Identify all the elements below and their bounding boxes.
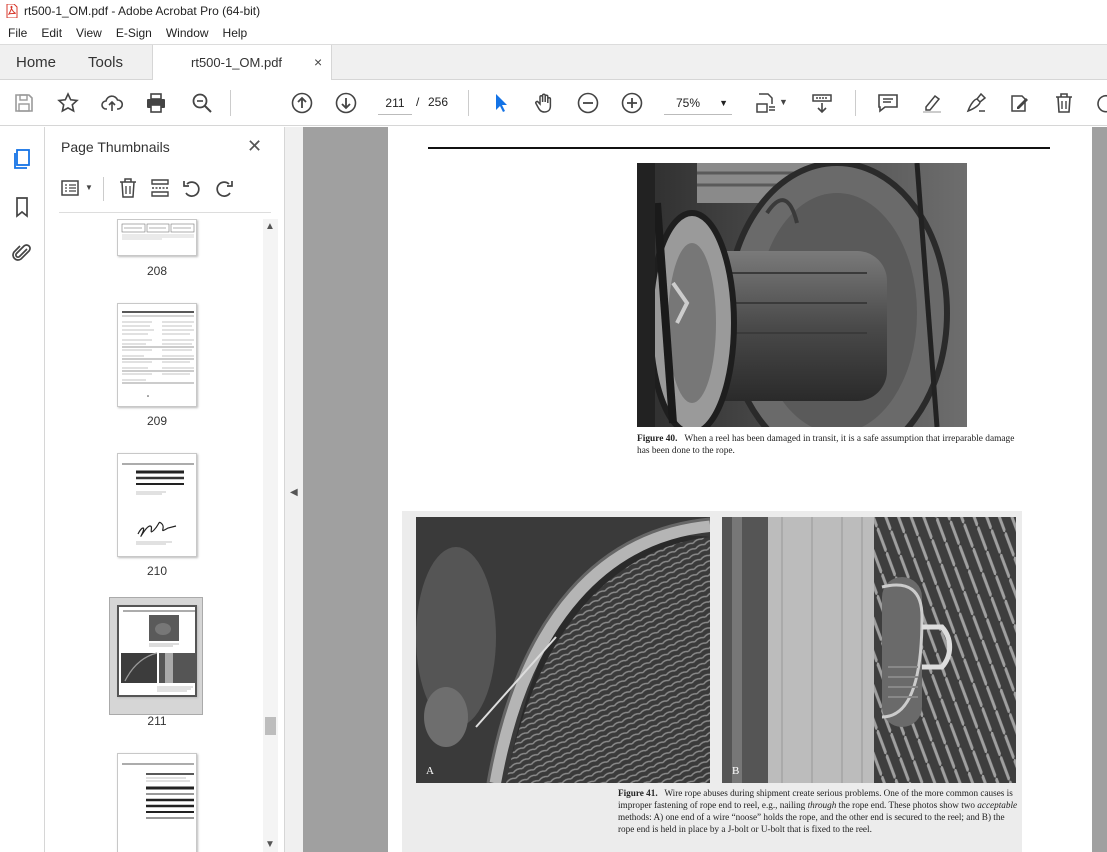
thumbnail-label: 209 xyxy=(146,414,168,428)
menu-view[interactable]: View xyxy=(76,26,102,40)
previous-page-icon[interactable] xyxy=(290,91,314,115)
figure-41-text-3: methods: A) one end of a wire “noose” ho… xyxy=(618,812,1005,834)
star-bookmark-icon[interactable] xyxy=(56,91,80,115)
options-menu-icon[interactable] xyxy=(61,177,83,199)
header-rule xyxy=(428,147,1050,149)
thumbnail-label: 210 xyxy=(146,564,168,578)
thumbnail-page-208[interactable] xyxy=(117,219,197,256)
save-icon[interactable] xyxy=(12,91,36,115)
rotate-left-icon[interactable] xyxy=(181,177,203,199)
figure-41-number: Figure 41. xyxy=(618,788,658,798)
tab-bar: Home Tools rt500-1_OM.pdf × xyxy=(0,44,1107,81)
bookmark-icon[interactable] xyxy=(10,195,34,219)
panel-tool-divider xyxy=(103,177,104,201)
title-bar: rt500-1_OM.pdf - Adobe Acrobat Pro (64-b… xyxy=(0,0,1107,22)
figure-41a-tag: A xyxy=(426,765,434,777)
menu-file[interactable]: File xyxy=(8,26,27,40)
main-toolbar: 211 / 256 75% ▼ ▼ xyxy=(0,80,1107,126)
menu-bar: File Edit View E-Sign Window Help xyxy=(0,22,1107,44)
next-page-icon[interactable] xyxy=(334,91,358,115)
select-cursor-icon[interactable] xyxy=(489,91,513,115)
panel-title: Page Thumbnails xyxy=(61,139,170,155)
print-icon[interactable] xyxy=(144,91,168,115)
page-number-input[interactable]: 211 xyxy=(378,91,412,115)
zoom-search-icon[interactable] xyxy=(190,91,214,115)
tab-close-button[interactable]: × xyxy=(314,54,322,70)
figure-40-caption: Figure 40. When a reel has been damaged … xyxy=(637,433,1027,457)
tab-home[interactable]: Home xyxy=(16,54,56,71)
pdf-file-icon xyxy=(6,4,18,18)
toolbar-divider xyxy=(855,90,856,116)
figure-40-number: Figure 40. xyxy=(637,434,678,444)
thumbnail-label: 208 xyxy=(146,264,168,278)
insert-page-icon[interactable] xyxy=(149,177,171,199)
rotate-right-icon[interactable] xyxy=(213,177,235,199)
scroll-up-icon[interactable]: ▲ xyxy=(265,221,275,232)
thumbnail-page-212[interactable] xyxy=(117,753,197,852)
zoom-level-select[interactable]: 75% ▼ xyxy=(664,91,732,115)
thumbnail-page-210[interactable] xyxy=(117,453,197,557)
zoom-in-icon[interactable] xyxy=(620,91,644,115)
hand-tool-icon[interactable] xyxy=(532,91,556,115)
fit-page-icon[interactable] xyxy=(754,91,778,115)
figure-41b-photo: B xyxy=(722,517,1016,783)
delete-trash-icon[interactable] xyxy=(1052,91,1076,115)
pdf-page: Figure 40. When a reel has been damaged … xyxy=(388,127,1092,852)
thumbnail-page-209[interactable] xyxy=(117,303,197,407)
chevron-down-icon: ▼ xyxy=(719,98,728,108)
figure-41-text-2: the rope end. These photos show two xyxy=(836,800,978,810)
figure-41-photo-area: A B Figure 41. Wire rope abuses during s… xyxy=(402,511,1022,852)
thumbnail-page-211[interactable] xyxy=(117,605,197,697)
thumbnail-scrollbar[interactable]: ▲ ▼ xyxy=(263,219,278,852)
figure-41a-photo: A xyxy=(416,517,710,783)
comment-icon[interactable] xyxy=(876,91,900,115)
menu-esign[interactable]: E-Sign xyxy=(116,26,152,40)
thumbnail-list: 208 209 210 211 xyxy=(59,219,263,852)
menu-window[interactable]: Window xyxy=(166,26,209,40)
zoom-out-icon[interactable] xyxy=(576,91,600,115)
window-title: rt500-1_OM.pdf - Adobe Acrobat Pro (64-b… xyxy=(24,4,261,18)
sign-pen-icon[interactable] xyxy=(964,91,988,115)
options-chevron-icon[interactable]: ▼ xyxy=(85,183,93,192)
thumbnail-toolbar: ▼ xyxy=(59,175,271,213)
figure-40-text: When a reel has been damaged in transit,… xyxy=(637,434,1015,456)
thumbnail-label: 211 xyxy=(147,714,167,728)
toolbar-divider xyxy=(230,90,231,116)
rotate-icon[interactable] xyxy=(1094,91,1107,115)
share-upload-icon[interactable] xyxy=(100,91,124,115)
figure-41-emphasis-2: acceptable xyxy=(977,800,1018,810)
total-pages: 256 xyxy=(428,95,449,109)
highlight-pen-icon[interactable] xyxy=(920,91,944,115)
zoom-level-value: 75% xyxy=(676,96,701,110)
figure-40-photo xyxy=(637,163,967,427)
tab-tools[interactable]: Tools xyxy=(88,54,123,71)
page-thumbnails-icon[interactable] xyxy=(10,147,34,171)
tab-document-label: rt500-1_OM.pdf xyxy=(191,55,283,70)
panel-close-button[interactable]: ✕ xyxy=(247,136,262,157)
collapse-panel-chevron-icon[interactable]: ◀ xyxy=(290,487,298,498)
page-thumbnails-panel: Page Thumbnails ✕ ▼ 208 209 210 211 xyxy=(45,127,285,852)
scrollbar-thumb[interactable] xyxy=(265,717,276,735)
tab-document[interactable]: rt500-1_OM.pdf × xyxy=(152,45,332,81)
document-view[interactable]: Figure 40. When a reel has been damaged … xyxy=(303,127,1107,852)
toolbar-divider xyxy=(468,90,469,116)
figure-41-caption: Figure 41. Wire rope abuses during shipm… xyxy=(618,787,1018,835)
menu-help[interactable]: Help xyxy=(223,26,248,40)
left-navigation-rail xyxy=(0,127,45,852)
fit-page-chevron-icon[interactable]: ▼ xyxy=(779,97,788,107)
edit-pdf-icon[interactable] xyxy=(1008,91,1032,115)
panel-resize-divider[interactable]: ◀ xyxy=(285,127,303,852)
delete-page-icon[interactable] xyxy=(117,177,139,199)
figure-41-emphasis-1: through xyxy=(807,800,837,810)
menu-edit[interactable]: Edit xyxy=(41,26,62,40)
page-separator: / xyxy=(416,95,420,109)
scroll-down-icon[interactable]: ▼ xyxy=(265,839,275,850)
attachment-paperclip-icon[interactable] xyxy=(10,241,34,265)
figure-41b-tag: B xyxy=(732,765,740,777)
scroll-mode-icon[interactable] xyxy=(810,91,834,115)
